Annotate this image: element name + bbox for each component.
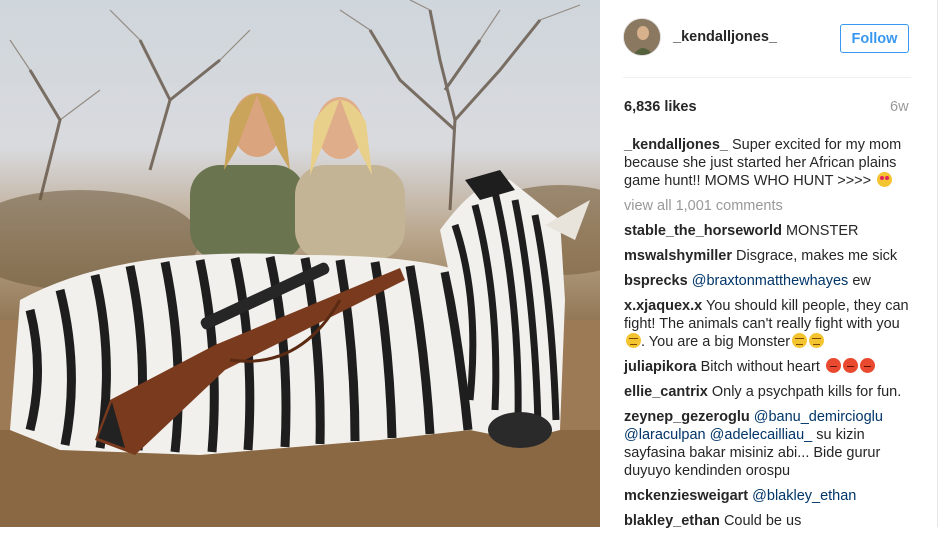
comment-list: _kendalljones_ Super excited for my mom … <box>624 136 914 537</box>
unamused-icon <box>626 333 641 348</box>
post-age[interactable]: 6w <box>890 99 909 115</box>
comment: bsprecks @braxtonmatthewhayes ew <box>624 272 914 290</box>
person-left <box>190 93 305 260</box>
comment-text: Disgrace, makes me sick <box>736 248 898 264</box>
comment-text-continued: . You are a big Monster <box>641 334 791 350</box>
comment-text: ew <box>852 273 871 289</box>
post-header: _kendalljones_ Follow <box>600 0 938 76</box>
post-sidebar: _kendalljones_ Follow 6,836 likes 6w _ke… <box>600 0 938 529</box>
comment-mention[interactable]: @braxtonmatthewhayes <box>692 273 849 289</box>
comment: mckenziesweigart @blakley_ethan <box>624 487 914 505</box>
unamused-icon <box>792 333 808 348</box>
post-photo[interactable] <box>0 0 600 527</box>
comment: juliapikora Bitch without heart <box>624 358 914 376</box>
avatar-image <box>624 19 660 55</box>
comment-username[interactable]: bsprecks <box>624 273 688 289</box>
comment: mswalshymiller Disgrace, makes me sick <box>624 247 914 265</box>
comment-username[interactable]: stable_the_horseworld <box>624 223 782 239</box>
comment-username[interactable]: mckenziesweigart <box>624 488 748 504</box>
comment: ellie_cantrix Only a psychpath kills for… <box>624 383 914 401</box>
comment-username[interactable]: ellie_cantrix <box>624 384 708 400</box>
unamused-icon <box>809 333 825 348</box>
comment-caption: _kendalljones_ Super excited for my mom … <box>624 136 914 190</box>
comment-text: Bitch without heart <box>700 359 820 375</box>
comment-username[interactable]: juliapikora <box>624 359 697 375</box>
angry-face-icon <box>825 358 841 373</box>
comment-text: MONSTER <box>785 223 859 239</box>
comment: x.xjaquex.x You should kill people, they… <box>624 297 914 351</box>
comment-mention[interactable]: @blakley_ethan <box>752 488 856 504</box>
comment: stable_the_horseworld MONSTER <box>624 222 914 240</box>
heart-eyes-icon <box>877 172 893 187</box>
view-all-comments-link[interactable]: view all 1,001 comments <box>624 197 914 215</box>
comment: zeynep_gezeroglu @banu_demircioglu @lara… <box>624 408 914 480</box>
likes-count[interactable]: 6,836 likes <box>624 99 697 115</box>
follow-button[interactable]: Follow <box>840 24 909 53</box>
comment-username[interactable]: x.xjaquex.x <box>624 298 702 314</box>
angry-face-icon <box>859 358 875 373</box>
comment-username[interactable]: zeynep_gezeroglu <box>624 409 750 425</box>
comment: blakley_ethan Could be us <box>624 512 914 530</box>
post-username[interactable]: _kendalljones_ <box>673 29 777 45</box>
comment-username[interactable]: _kendalljones_ <box>624 137 728 153</box>
angry-face-icon <box>842 358 858 373</box>
header-divider <box>623 77 911 78</box>
comment-text: Only a psychpath kills for fun. <box>711 384 902 400</box>
person-right <box>295 97 405 260</box>
comment-username[interactable]: mswalshymiller <box>624 248 732 264</box>
hunting-photo-illustration <box>0 0 600 527</box>
avatar[interactable] <box>623 18 661 56</box>
